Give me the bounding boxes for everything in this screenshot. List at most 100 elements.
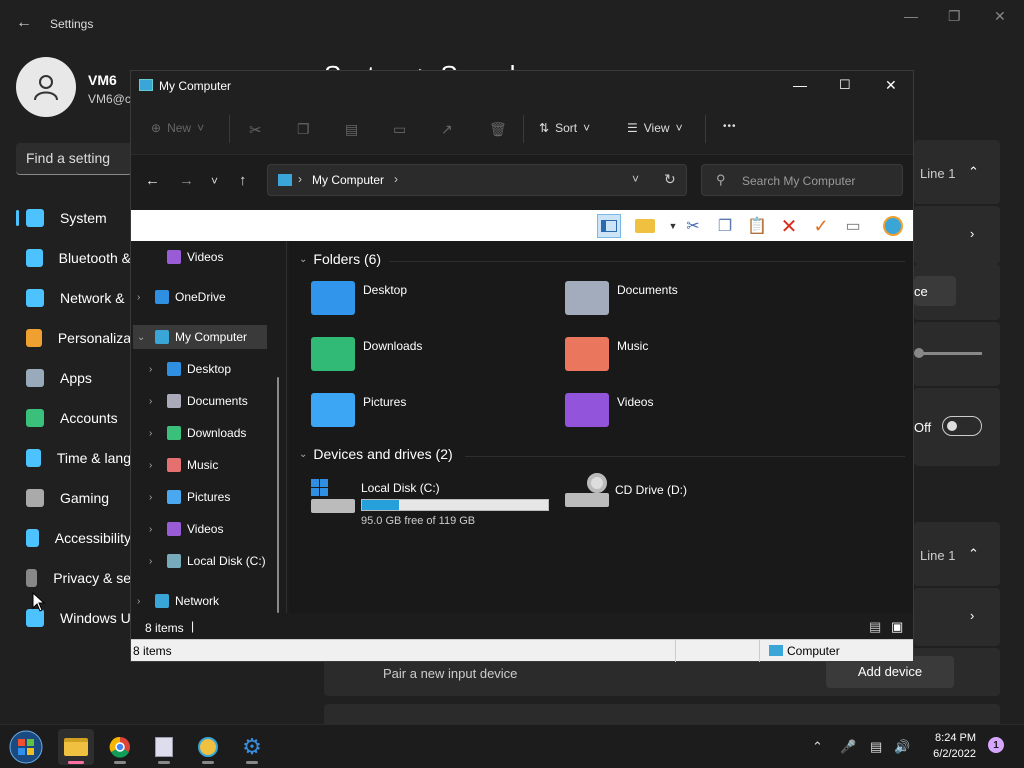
close-icon[interactable]: ✕ [885,77,897,94]
drives-group-header[interactable]: ⌄ Devices and drives (2) [299,446,453,462]
taskbar-app[interactable] [190,729,226,765]
minimize-icon[interactable]: — [904,8,918,24]
view-button[interactable]: ☰ View ˅ [627,121,683,135]
chevron-right-icon[interactable]: › [149,364,163,375]
tree-item-music[interactable]: › Music [149,453,218,477]
share-icon[interactable]: ↗ [441,121,453,138]
start-button[interactable] [8,729,44,765]
slider-thumb[interactable] [914,348,924,358]
up-arrow-icon[interactable]: ↑ [239,172,247,189]
address-input[interactable]: › My Computer › ˅ ↻ [267,164,687,196]
delete-x-icon[interactable]: ✕ [777,214,801,238]
sidebar-item-accounts[interactable]: Accounts [16,398,131,438]
tree-item-network[interactable]: › Network [137,589,219,613]
settings-card[interactable] [914,206,1000,264]
drive-cd-d[interactable]: CD Drive (D:) [565,473,687,509]
taskbar-chrome[interactable] [102,729,138,765]
sort-button[interactable]: ⇅ Sort ˅ [539,121,590,135]
taskbar-settings[interactable]: ⚙ [234,729,270,765]
settings-search-input[interactable]: Find a setting [16,143,132,175]
cut-icon[interactable]: ✂ [681,214,705,238]
toggle-switch[interactable] [942,416,982,436]
explorer-titlebar[interactable]: My Computer — ☐ ✕ [131,71,913,103]
checkmark-icon[interactable]: ✓ [809,214,833,238]
cut-icon[interactable]: ✂ [249,121,262,139]
taskbar-clock[interactable]: 8:24 PM 6/2/2022 [933,730,976,762]
sidebar-item-system[interactable]: System [16,198,131,238]
folder-pictures[interactable]: Pictures [311,393,406,427]
chevron-right-icon[interactable]: › [970,226,974,241]
tree-item-my-computer[interactable]: ⌄ My Computer [133,325,267,349]
tree-item-desktop[interactable]: › Desktop [149,357,231,381]
sidebar-item-network[interactable]: Network & [16,278,131,318]
tree-item-pictures[interactable]: › Pictures [149,485,230,509]
refresh-icon[interactable]: ↻ [664,171,676,188]
forward-arrow-icon[interactable]: → [179,172,194,189]
back-arrow-icon[interactable]: ← [145,172,160,189]
sidebar-item-accessibility[interactable]: Accessibility [16,518,131,558]
new-button[interactable]: ⊕ New ˅ [151,121,204,135]
chevron-up-icon[interactable]: ⌃ [812,739,823,755]
microphone-icon[interactable]: 🎤 [840,739,856,755]
preview-pane-icon[interactable] [597,214,621,238]
chevron-right-icon[interactable]: › [970,608,974,623]
tree-item-local-disk-c[interactable]: › Local Disk (C:) [149,549,266,573]
settings-card[interactable] [914,588,1000,646]
copy-icon[interactable]: ❐ [297,121,310,138]
chevron-right-icon[interactable]: › [149,524,163,535]
close-icon[interactable]: ✕ [994,8,1006,25]
maximize-icon[interactable]: ☐ [839,77,851,93]
tree-item-documents[interactable]: › Documents [149,389,248,413]
chevron-right-icon[interactable]: › [137,292,151,303]
tree-scrollbar[interactable] [277,377,279,613]
chevron-up-icon[interactable]: ⌃ [968,546,979,562]
paste-icon[interactable]: ▤ [345,121,358,138]
sidebar-item-personaliza[interactable]: Personaliza [16,318,131,358]
tree-item-downloads[interactable]: › Downloads [149,421,246,445]
sidebar-item-time-lang[interactable]: Time & lang [16,438,131,478]
taskbar-file-explorer[interactable] [58,729,94,765]
address-dropdown-icon[interactable]: ˅ [632,172,639,186]
chevron-right-icon[interactable]: › [149,492,163,503]
back-arrow-icon[interactable]: ← [16,14,32,32]
sidebar-item-gaming[interactable]: Gaming [16,478,131,518]
avatar[interactable] [16,57,76,117]
chevron-right-icon[interactable]: › [149,428,163,439]
tree-item-videos[interactable]: › Videos [149,517,223,541]
chevron-down-icon[interactable]: ⌄ [137,332,151,343]
folders-group-header[interactable]: ⌄ Folders (6) [299,251,381,267]
chevron-right-icon[interactable]: › [149,460,163,471]
paste-icon[interactable]: 📋 [745,214,769,238]
folder-desktop[interactable]: Desktop [311,281,407,315]
details-view-icon[interactable]: ▤ [869,619,881,635]
drive-local-disk-c[interactable]: Local Disk (C:) 95.0 GB free of 119 GB [311,479,549,527]
notification-badge[interactable]: 1 [988,737,1004,753]
recent-chevron-icon[interactable]: ˅ [211,174,218,188]
chevron-up-icon[interactable]: ⌃ [968,164,979,180]
properties-icon[interactable]: ▭ [841,214,865,238]
chevron-right-icon[interactable]: › [149,396,163,407]
shell-globe-icon[interactable] [881,214,905,238]
minimize-icon[interactable]: — [793,77,807,93]
taskbar-app[interactable] [146,729,182,765]
large-icons-view-icon[interactable]: ▣ [891,619,903,635]
sidebar-item-bluetooth[interactable]: Bluetooth & [16,238,131,278]
copy-icon[interactable]: ❐ [713,214,737,238]
folder-videos[interactable]: Videos [565,393,653,427]
rename-icon[interactable]: ▭ [393,121,406,138]
more-options-icon[interactable]: ••• [723,121,737,132]
tree-item-videos[interactable]: Videos [149,245,223,269]
folder-documents[interactable]: Documents [565,281,678,315]
folder-music[interactable]: Music [565,337,648,371]
check-folder-icon[interactable] [633,214,657,238]
delete-icon[interactable]: 🗑 [489,121,507,138]
sidebar-item-apps[interactable]: Apps [16,358,131,398]
chevron-right-icon[interactable]: › [137,596,151,607]
volume-icon[interactable]: 🔊 [894,739,910,755]
tree-item-onedrive[interactable]: › OneDrive [137,285,226,309]
volume-slider[interactable] [918,352,982,355]
search-input[interactable]: ⚲ Search My Computer [701,164,903,196]
breadcrumb[interactable]: My Computer [312,173,384,187]
network-icon[interactable]: ▤ [870,739,882,755]
folder-downloads[interactable]: Downloads [311,337,422,371]
